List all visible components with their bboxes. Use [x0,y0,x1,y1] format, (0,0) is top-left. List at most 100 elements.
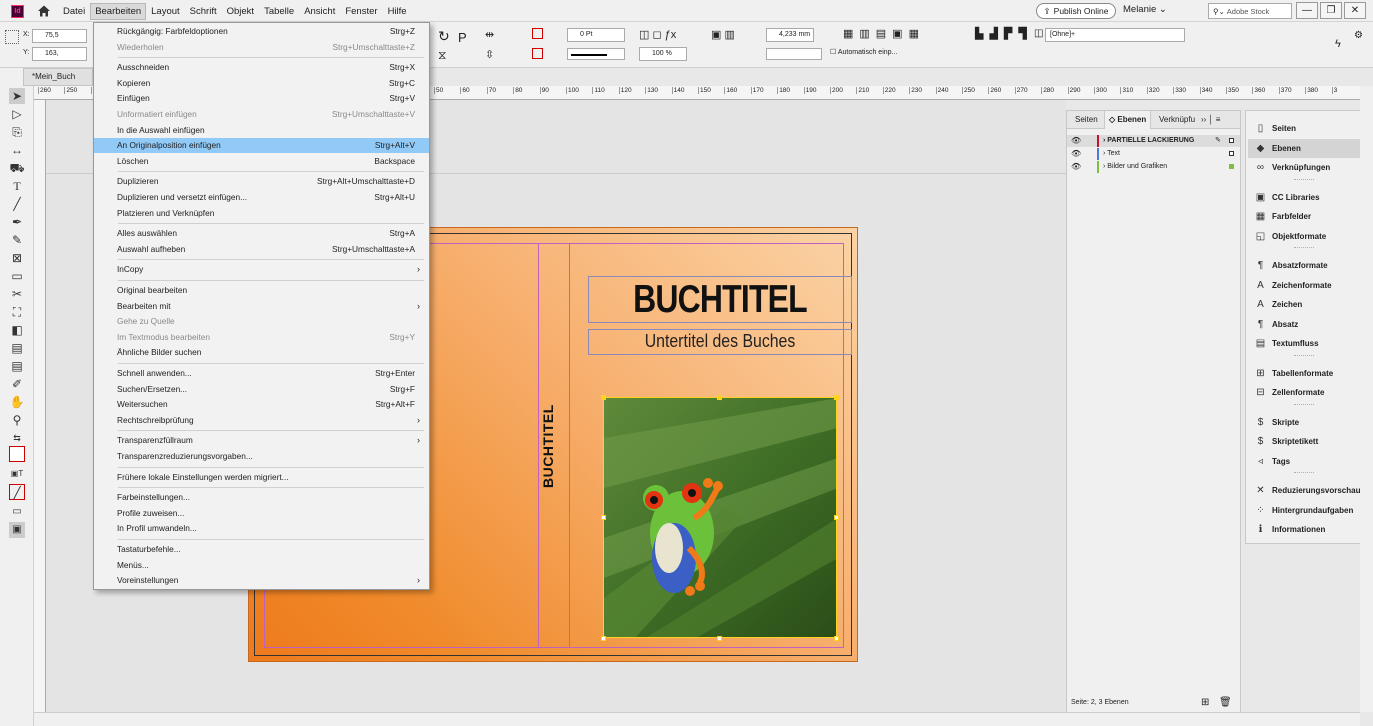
menu-datei[interactable]: Datei [58,3,90,20]
visibility-eye-icon[interactable]: 👁 [1071,135,1081,147]
menu-objekt[interactable]: Objekt [222,3,259,20]
panel-layers[interactable]: ◆ Ebenen [1248,138,1364,158]
default-colors-icon[interactable]: ⇆ [9,430,25,446]
menu-item[interactable]: Einfügen Strg+V [94,91,429,106]
new-layer-icon[interactable]: ⊞ [1201,697,1209,708]
selection-square-icon[interactable] [1229,164,1234,169]
eyedropper-tool-icon[interactable]: ✐ [9,376,25,392]
tab-layers[interactable]: ◇ Ebenen [1104,111,1152,129]
publish-online-button[interactable]: ⇪ Publish Online [1036,3,1116,19]
menu-fenster[interactable]: Fenster [340,3,382,20]
menu-item[interactable]: Duplizieren und versetzt einfügen... Strg… [94,190,429,205]
vertical-scrollbar[interactable] [1360,86,1373,712]
stroke-type-select[interactable] [567,48,625,60]
settings-gear-icon[interactable]: ⚙ [1354,30,1363,41]
page-tool-icon[interactable]: ⎘ [9,124,25,140]
panel-script-label[interactable]: $ Skriptetikett [1248,432,1364,451]
formatting-container-icon[interactable]: ▣T [9,466,25,482]
style-select[interactable] [766,48,822,60]
menu-item[interactable]: Platzieren und Verknüpfen [94,206,429,221]
rectangle-tool-icon[interactable]: ▭ [9,268,25,284]
direct-selection-tool-icon[interactable]: ▷ [9,106,25,122]
fill-swatch-icon[interactable] [532,28,543,39]
menu-item[interactable]: Bearbeiten mit › [94,299,429,314]
distribute-icons[interactable]: ▙▟▛▜ [975,27,1033,40]
frame-handle[interactable] [834,395,839,400]
frame-handle[interactable] [601,515,606,520]
menu-item[interactable]: Weitersuchen Strg+Alt+F [94,397,429,412]
frame-handle[interactable] [834,636,839,641]
menu-item[interactable]: Menüs... [94,558,429,573]
panel-scripts[interactable]: $ Skripte [1248,413,1364,432]
panel-flattener[interactable]: ✕ Reduzierungsvorschau [1248,481,1364,500]
book-subtitle[interactable]: Untertitel des Buches [605,329,836,353]
screen-mode-icon[interactable]: ▣ [9,522,25,538]
frame-handle[interactable] [717,395,722,400]
layer-row[interactable]: 👁 › PARTIELLE LACKIERUNG ✎ [1067,135,1240,147]
tab-links[interactable]: Verknüpfu [1159,111,1195,129]
gap-tool-icon[interactable]: ↔ [9,142,25,158]
view-mode-icon[interactable]: ▭ [9,504,25,520]
gradient-swatch-tool-icon[interactable]: ◧ [9,322,25,338]
panel-text-wrap[interactable]: ▤ Textumfluss [1248,334,1364,353]
selection-square-icon[interactable] [1229,151,1234,156]
minimize-button[interactable]: — [1296,2,1318,19]
layer-row[interactable]: 👁 › Text [1067,148,1240,160]
menu-item[interactable]: Alles auswählen Strg+A [94,226,429,241]
content-collector-icon[interactable]: ⛟ [9,160,25,176]
zoom-tool-icon[interactable]: ⚲ [9,412,25,428]
gradient-feather-tool-icon[interactable]: ▤ [9,340,25,356]
frog-image-frame[interactable] [603,397,837,638]
panel-menu-icon[interactable]: ›› │ ≡ [1201,111,1220,129]
menu-item[interactable]: Löschen Backspace [94,154,429,169]
text-wrap-icon[interactable]: ▣ ▥ [711,28,735,41]
spine-title[interactable]: BUCHTITEL [540,396,560,496]
x-field[interactable]: 75,5 [32,29,87,43]
flip-horizontal-icon[interactable]: ⇹ [485,28,494,41]
panel-table-styles[interactable]: ⊞ Tabellenformate [1248,364,1364,383]
visibility-eye-icon[interactable]: 👁 [1071,161,1081,173]
close-button[interactable]: ✕ [1344,2,1366,19]
panel-links[interactable]: ∞ Verknüpfungen [1248,158,1364,177]
panel-paragraph-styles[interactable]: ¶ Absatzformate [1248,256,1364,275]
menu-schrift[interactable]: Schrift [185,3,222,20]
opacity-field[interactable]: 100 % [639,47,687,61]
panel-cell-styles[interactable]: ⊟ Zellenformate [1248,383,1364,402]
frame-handle[interactable] [717,636,722,641]
menu-item[interactable]: Profile zuweisen... [94,506,429,521]
panel-object-styles[interactable]: ◱ Objektformate [1248,227,1364,246]
panel-character-styles[interactable]: A Zeichenformate [1248,276,1364,295]
pencil-tool-icon[interactable]: ✎ [9,232,25,248]
note-tool-icon[interactable]: ▤ [9,358,25,374]
shear-icon[interactable]: ⧖ [438,48,446,63]
panel-background-tasks[interactable]: ⁘ Hintergrundaufgaben [1248,501,1364,520]
frame-fitting-icon[interactable]: ◫ ◻ ƒx [639,28,676,41]
trash-icon[interactable]: 🗑 [1219,697,1232,708]
menu-layout[interactable]: Layout [146,3,185,20]
selection-square-icon[interactable] [1229,138,1234,143]
reference-point-icon[interactable] [5,30,19,44]
stroke-swatch-icon[interactable] [532,48,543,59]
menu-item[interactable]: Voreinstellungen › [94,573,429,588]
menu-item[interactable]: An Originalposition einfügen Strg+Alt+V [94,138,429,154]
menu-item[interactable]: Rechtschreibprüfung › [94,413,429,428]
menu-item[interactable]: InCopy › [94,262,429,277]
menu-item[interactable]: Duplizieren Strg+Alt+Umschalttaste+D [94,174,429,189]
panel-character[interactable]: A Zeichen [1248,295,1364,314]
fill-stroke-icon[interactable] [9,446,25,462]
visibility-eye-icon[interactable]: 👁 [1071,148,1081,160]
menu-item[interactable]: Rückgängig: Farbfeldoptionen Strg+Z [94,24,429,39]
document-tab[interactable]: *Mein_Buch [23,68,93,86]
menu-ansicht[interactable]: Ansicht [299,3,340,20]
menu-item[interactable]: Ähnliche Bilder suchen [94,345,429,360]
menu-item[interactable]: Auswahl aufheben Strg+Umschalttaste+A [94,242,429,257]
panel-tags[interactable]: ◃ Tags [1248,452,1364,471]
menu-item[interactable]: Tastaturbefehle... [94,542,429,557]
maximize-button[interactable]: ❐ [1320,2,1342,19]
user-menu[interactable]: Melanie ⌄ [1123,4,1167,15]
stroke-weight-field[interactable]: 0 Pt [567,28,625,42]
panel-paragraph[interactable]: ¶ Absatz [1248,315,1364,334]
free-transform-tool-icon[interactable]: ⛶ [9,304,25,320]
apply-none-icon[interactable]: ╱ [9,484,25,500]
rotate-icon[interactable]: ↻ [438,28,450,45]
